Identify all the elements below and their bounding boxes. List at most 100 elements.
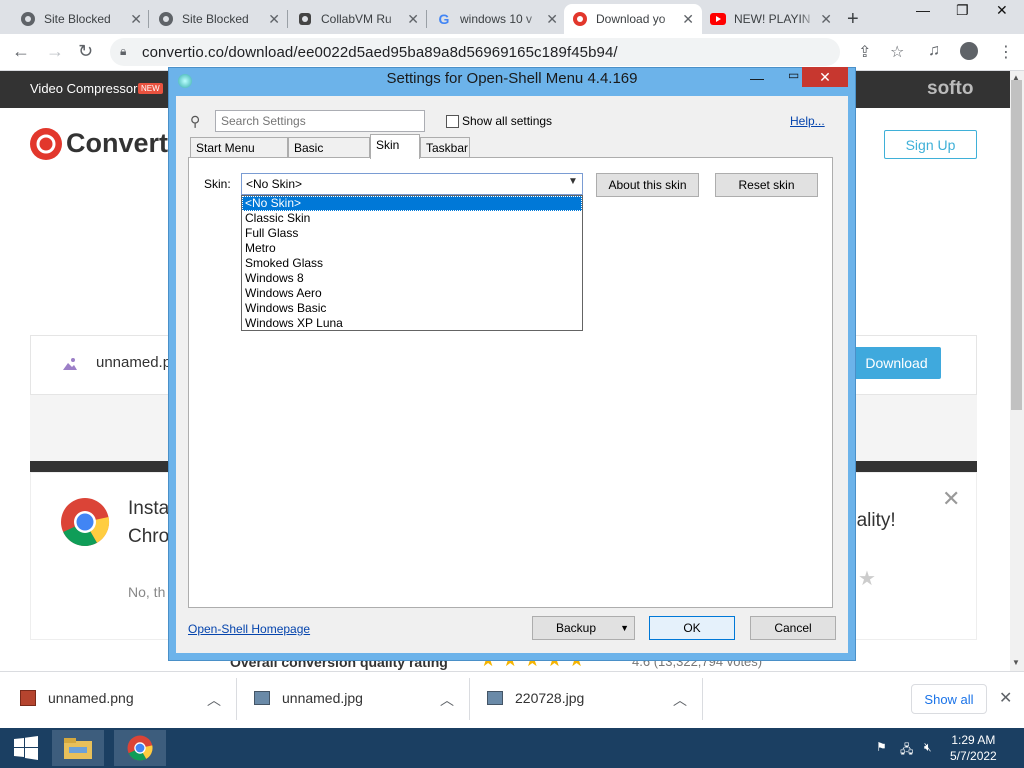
nav-video-compressor[interactable]: Video Compressor	[30, 81, 137, 96]
back-icon[interactable]: ←	[12, 41, 30, 62]
download-button[interactable]: Download	[852, 347, 941, 379]
softo-logo[interactable]: softo	[927, 78, 973, 100]
tab-taskbar[interactable]: Taskbar	[420, 137, 470, 158]
tab-separator	[426, 10, 427, 28]
show-all-settings-label[interactable]: Show all settings	[462, 114, 552, 128]
tab-skin[interactable]: Skin	[370, 134, 420, 159]
close-icon[interactable]: ✕	[682, 11, 694, 28]
cancel-button[interactable]: Cancel	[750, 616, 836, 640]
skin-dropdown-list[interactable]: <No Skin> Classic Skin Full Glass Metro …	[241, 195, 583, 331]
skin-label: Skin:	[204, 177, 231, 191]
skin-option-windows-basic[interactable]: Windows Basic	[242, 301, 582, 316]
skin-select[interactable]: <No Skin>	[241, 173, 583, 195]
tab-label: Site Blocked	[44, 12, 111, 26]
chevron-up-icon[interactable]: ︿	[440, 690, 454, 710]
youtube-icon	[710, 11, 726, 27]
help-link[interactable]: Help...	[790, 114, 825, 128]
close-window-icon[interactable]: ✕	[996, 2, 1008, 19]
about-skin-button[interactable]: About this skin	[596, 173, 699, 197]
tab-basic-settings[interactable]: Basic Settings	[288, 137, 370, 169]
close-shelf-icon[interactable]: ✕	[999, 688, 1012, 708]
chevron-up-icon[interactable]: ︿	[673, 690, 687, 710]
convertio-logo-icon[interactable]	[30, 128, 62, 160]
tab-label: Site Blocked	[182, 12, 249, 26]
close-icon[interactable]: ✕	[268, 11, 280, 28]
scroll-up-icon[interactable]: ▲	[1012, 73, 1020, 82]
tab-convertio-download[interactable]: Download yo ✕	[564, 4, 702, 34]
forward-icon[interactable]: →	[46, 41, 64, 62]
download-filename: unnamed.png	[48, 690, 134, 706]
skin-option-windows-xp-luna[interactable]: Windows XP Luna	[242, 316, 582, 331]
png-file-icon	[20, 690, 36, 706]
chrome-logo-icon	[60, 497, 110, 547]
convertio-icon	[572, 11, 588, 27]
new-tab-icon[interactable]: +	[847, 8, 859, 31]
skin-option-no-skin[interactable]: <No Skin>	[242, 196, 582, 211]
file-explorer-icon[interactable]	[52, 730, 104, 766]
ok-button[interactable]: OK	[649, 616, 735, 640]
share-icon[interactable]: ⇪	[858, 42, 871, 62]
signup-button[interactable]: Sign Up	[884, 130, 977, 159]
skin-option-classic[interactable]: Classic Skin	[242, 211, 582, 226]
skin-option-smoked-glass[interactable]: Smoked Glass	[242, 256, 582, 271]
backup-button[interactable]: Backup ▼	[532, 616, 635, 640]
skin-option-full-glass[interactable]: Full Glass	[242, 226, 582, 241]
download-item-3[interactable]: 220728.jpg	[487, 690, 584, 706]
download-item-2[interactable]: unnamed.jpg	[254, 690, 363, 706]
skin-option-windows-8[interactable]: Windows 8	[242, 271, 582, 286]
profile-avatar-icon[interactable]	[960, 42, 978, 60]
reset-skin-button[interactable]: Reset skin	[715, 173, 818, 197]
chevron-up-icon[interactable]: ︿	[207, 690, 221, 710]
promo-close-icon[interactable]: ✕	[942, 486, 960, 512]
lock-icon[interactable]: 🔒︎	[120, 44, 126, 59]
bookmark-star-icon[interactable]: ☆	[890, 42, 904, 62]
promo-decline-link[interactable]: No, th	[128, 584, 165, 600]
chevron-down-icon[interactable]: ▼	[568, 176, 578, 187]
jpg-file-icon	[487, 691, 503, 705]
close-icon[interactable]: ✕	[407, 11, 419, 28]
show-all-settings-checkbox[interactable]	[446, 115, 459, 128]
media-queue-icon[interactable]: ♫	[928, 42, 940, 60]
search-settings-input[interactable]	[215, 110, 425, 132]
jpg-file-icon	[254, 691, 270, 705]
close-icon[interactable]: ✕	[130, 11, 142, 28]
tab-start-menu-style[interactable]: Start Menu Style	[190, 137, 288, 169]
dialog-close-button[interactable]: ✕	[802, 67, 848, 87]
network-icon[interactable]: 🖧︎	[900, 740, 913, 761]
file-name: unnamed.p	[96, 354, 172, 371]
scroll-down-icon[interactable]: ▼	[1012, 658, 1020, 667]
promo-title-line2: Chro	[128, 526, 170, 547]
taskbar-clock[interactable]: 1:29 AM 5/7/2022	[950, 732, 997, 764]
menu-kebab-icon[interactable]: ⋮	[998, 42, 1014, 62]
close-icon[interactable]: ✕	[546, 11, 558, 28]
tab-label: NEW! PLAYIN	[734, 12, 811, 26]
url-text[interactable]: convertio.co/download/ee0022d5aed95ba89a…	[142, 44, 618, 61]
tab-label: Download yo	[596, 12, 666, 26]
minimize-icon[interactable]: —	[916, 2, 930, 18]
reload-icon[interactable]: ↻	[78, 41, 93, 62]
tab-site-blocked-2[interactable]: Site Blocked ✕	[150, 4, 288, 34]
clock-time: 1:29 AM	[951, 733, 996, 747]
windows-start-icon[interactable]	[0, 730, 52, 766]
close-icon[interactable]: ✕	[820, 11, 832, 28]
volume-muted-icon[interactable]: 🔇︎	[924, 740, 932, 755]
separator	[236, 678, 237, 720]
separator	[702, 678, 703, 720]
skin-option-windows-aero[interactable]: Windows Aero	[242, 286, 582, 301]
tab-google-search[interactable]: G windows 10 v ✕	[428, 4, 566, 34]
separator	[469, 678, 470, 720]
tab-collabvm[interactable]: CollabVM Ru ✕	[289, 4, 427, 34]
chrome-taskbar-icon[interactable]	[114, 730, 166, 766]
dialog-minimize-icon[interactable]: —	[750, 70, 764, 86]
download-item-1[interactable]: unnamed.png	[20, 690, 134, 706]
dialog-maximize-icon[interactable]: ▭	[788, 68, 799, 82]
tab-youtube[interactable]: NEW! PLAYIN ✕	[702, 4, 840, 34]
skin-option-metro[interactable]: Metro	[242, 241, 582, 256]
globe-icon	[20, 11, 36, 27]
scrollbar-thumb[interactable]	[1011, 80, 1022, 410]
open-shell-homepage-link[interactable]: Open-Shell Homepage	[188, 622, 310, 636]
tab-site-blocked-1[interactable]: Site Blocked ✕	[12, 4, 150, 34]
action-center-flag-icon[interactable]: ⚑	[876, 740, 887, 754]
restore-icon[interactable]: ❐	[956, 2, 969, 19]
show-all-downloads-button[interactable]: Show all	[911, 684, 987, 714]
